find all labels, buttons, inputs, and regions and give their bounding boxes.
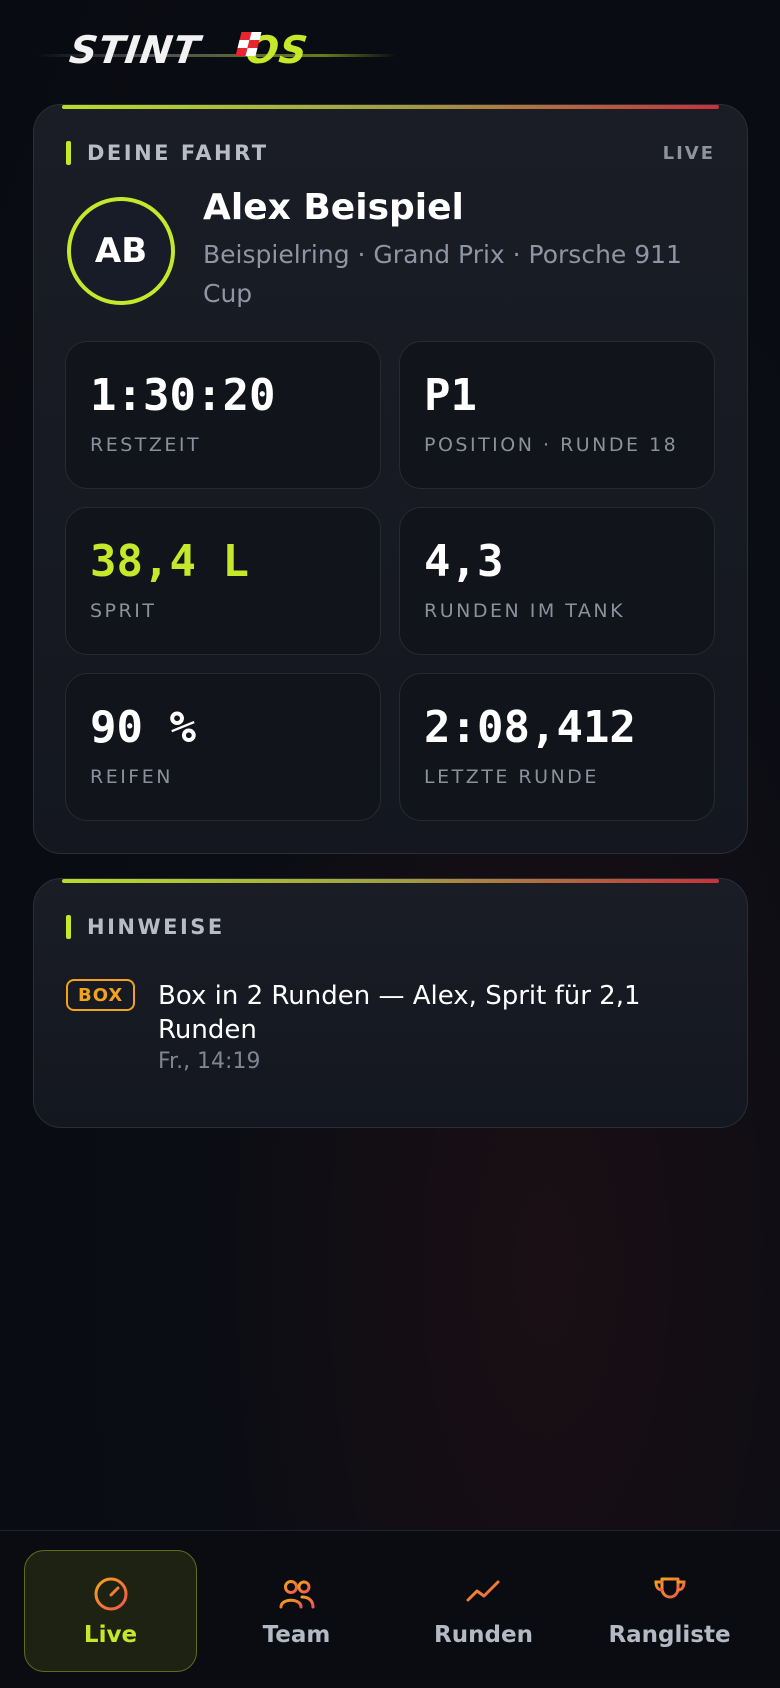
notices-card: HINWEISE BOX Box in 2 Runden — Alex, Spr… [33,878,748,1128]
chart-line-icon [466,1580,501,1610]
stat-label: SPRIT [90,600,157,622]
nav-label: Runden [434,1622,533,1648]
section-marker [66,141,71,165]
driver-card: DEINE FAHRT LIVE AB Alex Beispiel Beispi… [33,104,748,854]
card-accent-bar [62,879,719,883]
stat-tile-position: P1 POSITION · RUNDE 18 [399,341,715,489]
section-title: DEINE FAHRT [87,141,269,165]
nav-label: Live [83,1622,138,1648]
live-indicator: LIVE [662,143,715,164]
stat-tile-sprit: 38,4 L SPRIT [65,507,381,655]
logo-wordmark: STINT OS [67,28,311,72]
section-title: HINWEISE [87,915,225,939]
app-logo: STINT OS [36,22,396,78]
stat-label: POSITION · RUNDE 18 [424,434,679,456]
stat-value: 38,4 L [90,536,249,587]
nav-item-team[interactable]: Team [210,1550,383,1672]
nav-label: Rangliste [608,1622,731,1648]
nav-label: Team [262,1622,331,1648]
stat-tile-runden-im-tank: 4,3 RUNDEN IM TANK [399,507,715,655]
avatar: AB [67,197,175,305]
driver-name: Alex Beispiel [203,187,464,228]
driver-subtitle: Beispielring · Grand Prix · Porsche 911 … [203,240,682,308]
bottom-navigation: Live Team Runden Rangliste [0,1530,780,1688]
logo-text-main: STINT [66,28,204,72]
stat-label: RUNDEN IM TANK [424,600,626,622]
trophy-icon [653,1577,686,1610]
stat-label: LETZTE RUNDE [424,766,599,788]
stat-tile-restzeit: 1:30:20 RESTZEIT [65,341,381,489]
stat-label: RESTZEIT [90,434,202,456]
notice-message: Box in 2 Runden — Alex, Sprit für 2,1 Ru… [158,981,641,1045]
stat-value: 2:08,412 [424,702,636,753]
stat-value: P1 [424,370,477,421]
nav-item-rangliste[interactable]: Rangliste [583,1550,756,1672]
stat-value: 90 % [90,702,196,753]
stat-value: 1:30:20 [90,370,276,421]
gauge-icon [94,1577,127,1611]
stat-label: REIFEN [90,766,173,788]
stat-value: 4,3 [424,536,504,587]
checkered-flag-icon [235,32,262,56]
nav-item-runden[interactable]: Runden [397,1550,570,1672]
nav-item-live[interactable]: Live [24,1550,197,1672]
stat-tile-letzte-runde: 2:08,412 LETZTE RUNDE [399,673,715,821]
section-marker [66,915,71,939]
notice-timestamp: Fr., 14:19 [158,1049,261,1074]
section-header: HINWEISE [66,915,225,939]
section-header: DEINE FAHRT [66,141,269,165]
card-accent-bar [62,105,719,109]
box-badge: BOX [66,979,136,1011]
users-icon [279,1580,314,1609]
stat-tile-reifen: 90 % REIFEN [65,673,381,821]
